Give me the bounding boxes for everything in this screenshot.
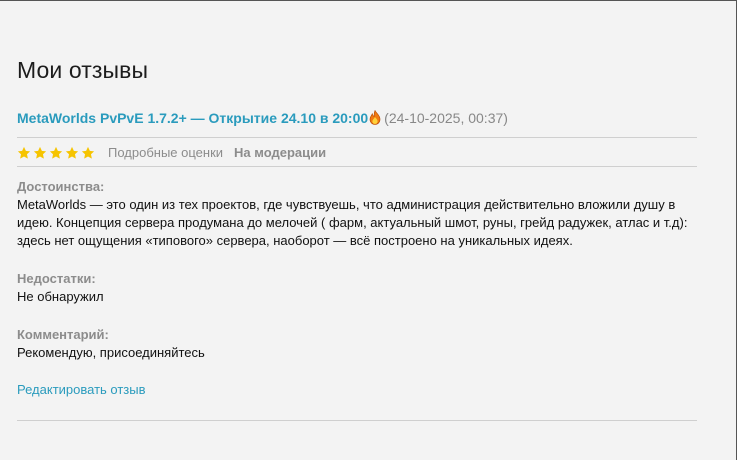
- comment-label: Комментарий:: [17, 327, 109, 342]
- page-title: Мои отзывы: [17, 57, 149, 83]
- star-icon: [49, 146, 63, 159]
- star-icon: [17, 146, 31, 159]
- comment-section: Комментарий: Рекомендую, присоединяйтесь: [17, 326, 707, 362]
- review-date: (24-10-2025, 00:37): [384, 110, 508, 126]
- pros-section: Достоинства: MetaWorlds — это один из те…: [17, 178, 707, 250]
- star-rating: [17, 146, 95, 160]
- pros-text: MetaWorlds — это один из тех проектов, г…: [17, 197, 688, 248]
- cons-label: Недостатки:: [17, 271, 96, 286]
- star-icon: [81, 146, 95, 159]
- comment-text: Рекомендую, присоединяйтесь: [17, 345, 205, 360]
- cons-section: Недостатки: Не обнаружил: [17, 270, 707, 306]
- edit-review-link[interactable]: Редактировать отзыв: [17, 382, 146, 397]
- divider: [17, 137, 697, 138]
- star-icon: [65, 146, 79, 159]
- pros-label: Достоинства:: [17, 179, 105, 194]
- status-badge: На модерации: [234, 145, 327, 160]
- review-header: MetaWorlds PvPvE 1.7.2+ — Открытие 24.10…: [17, 109, 508, 128]
- cons-text: Не обнаружил: [17, 289, 104, 304]
- star-icon: [33, 146, 47, 159]
- divider: [17, 420, 697, 421]
- fire-icon: [369, 109, 381, 128]
- server-link[interactable]: MetaWorlds PvPvE 1.7.2+ — Открытие 24.10…: [17, 110, 368, 126]
- rating-row: Подробные оценки На модерации: [17, 145, 326, 160]
- divider: [17, 166, 697, 167]
- detailed-ratings-link[interactable]: Подробные оценки: [108, 145, 223, 160]
